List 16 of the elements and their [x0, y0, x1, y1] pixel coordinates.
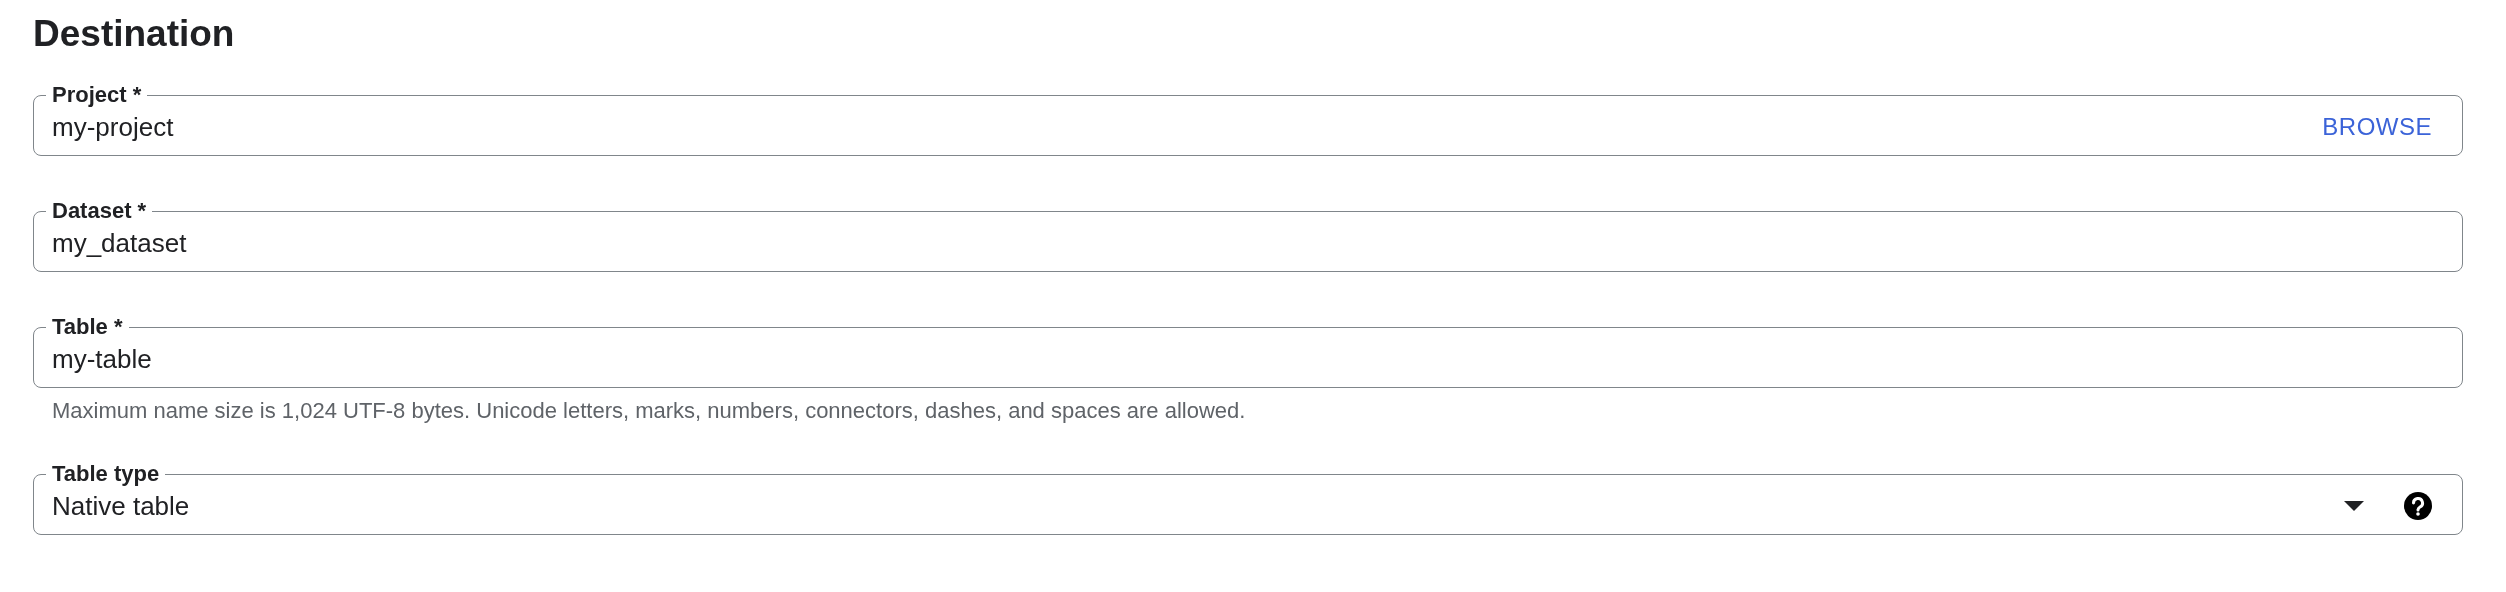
text-field[interactable]: Dataset * my_dataset: [33, 200, 2463, 273]
browse-button[interactable]: BROWSE: [2322, 109, 2432, 146]
input-field[interactable]: my_dataset: [52, 223, 2432, 263]
help-icon[interactable]: [2404, 492, 2432, 521]
text-field[interactable]: Project * my-project BROWSE: [33, 84, 2463, 157]
field-label: Table *: [51, 316, 124, 339]
field-label: Project *: [51, 84, 143, 107]
helper-text: Maximum name size is 1,024 UTF-8 bytes. Unicode letters, marks, numbers, connectors, dashes, and spaces are allowed.: [51, 397, 1247, 426]
caret-icon[interactable]: [2344, 501, 2364, 512]
text-field[interactable]: Table * my-table: [33, 316, 2463, 389]
input-field[interactable]: my-table: [52, 339, 2432, 379]
field-label: Dataset *: [51, 200, 148, 223]
dropdown-field[interactable]: Table type Native table: [33, 463, 2463, 536]
input-field[interactable]: my-project: [52, 107, 2323, 147]
section-title: Destination: [33, 12, 236, 56]
field-label: Table type: [51, 463, 161, 486]
